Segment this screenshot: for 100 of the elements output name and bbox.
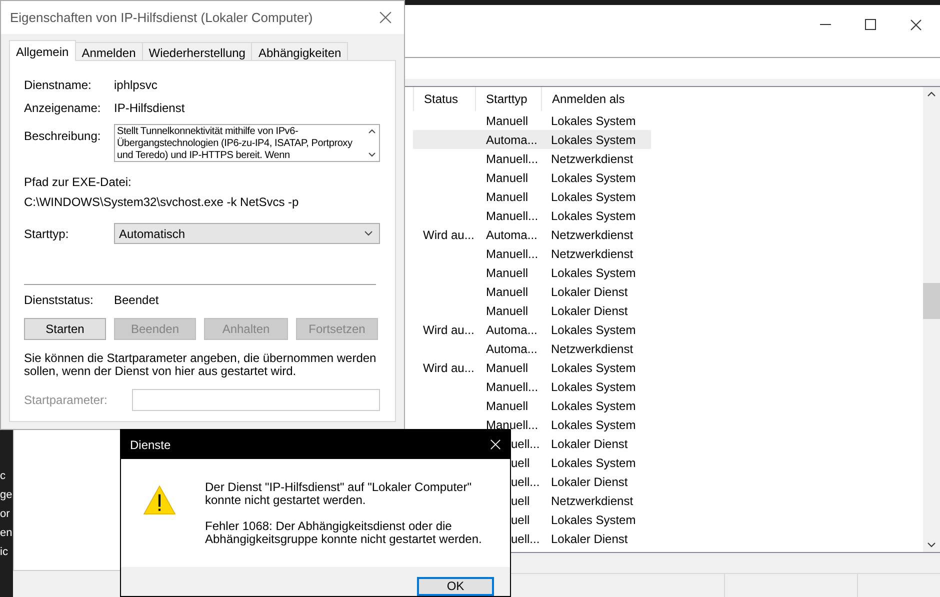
field-value: iphlpsvc (114, 77, 158, 94)
hint-text: Sie können die Startparameter angeben, die übernommen werden sollen, wenn der Dienst von hier aus gestartet wird. (24, 352, 378, 378)
table-row[interactable]: Manuell Lokales System (413, 111, 651, 130)
background-text: c (0, 469, 6, 484)
table-row[interactable]: Wird au... Automa... Netzwerkdienst (413, 225, 651, 244)
table-cell-text: Lokales System (550, 398, 637, 414)
warning-icon (143, 485, 176, 516)
table-cell-text: Automa... (485, 340, 538, 358)
table-cell-text: Lokales System (550, 112, 637, 130)
table-cell-text: Lokales System (550, 416, 637, 434)
scroll-up-icon[interactable] (368, 129, 376, 134)
table-cell-text: Netzwerkdienst (550, 150, 634, 168)
tab[interactable]: Abhängigkeiten (251, 42, 348, 60)
table-cell-text: Wird au... (422, 226, 475, 244)
ok-button[interactable]: OK (417, 577, 494, 596)
table-cell-text: Manuell (485, 170, 530, 186)
table-cell-text: Manuell... (485, 208, 540, 224)
table-row[interactable]: Manuell Lokaler Dienst (413, 282, 651, 301)
table-row[interactable]: Wird au... Manuell Lokales System (413, 358, 651, 377)
table-row[interactable]: Manuell... Lokales System (413, 415, 651, 434)
field-label: Pfad zur EXE-Datei: (24, 174, 132, 191)
table-cell-text: Automa... (485, 322, 538, 338)
tab[interactable]: Anmelden (74, 42, 143, 60)
scrollbar-thumb[interactable] (923, 283, 940, 319)
table-row[interactable]: Automa... Lokales System (413, 130, 651, 149)
scroll-up-icon[interactable] (927, 91, 936, 97)
startup-type-dropdown[interactable]: Automatisch (114, 223, 380, 244)
table-cell-text: Manuell (485, 264, 530, 282)
table-cell-text: Lokales System (550, 208, 637, 224)
table-cell-text: Manuell (485, 112, 530, 130)
table-row[interactable]: Manuell Lokaler Dienst (413, 301, 651, 320)
column-header[interactable]: Status (413, 87, 475, 111)
table-cell-text: uell (511, 512, 531, 528)
field-label: Dienstname: (24, 77, 92, 94)
window-title: Eigenschaften von IP-Hilfsdienst (Lokaler Computer) (10, 8, 313, 27)
table-cell-text: Netzwerkdienst (550, 246, 634, 262)
table-cell-text: Manuell (485, 284, 530, 300)
background-text: en (0, 526, 13, 541)
background-text: or (0, 507, 11, 522)
field-value: IP-Hilfsdienst (114, 100, 185, 117)
path-text: C:\WINDOWS\System32\svchost.exe -k NetSvcs -p (24, 194, 300, 211)
error-detail: Fehler 1068: Der Abhängigkeitsdienst oder die Abhängigkeitsgruppe konnte nicht gestartet werden. (205, 520, 483, 546)
table-row[interactable]: Wird au... Automa... Lokales System (413, 320, 651, 339)
table-cell-text: Lokales System (550, 454, 637, 472)
chevron-down-icon[interactable] (364, 231, 373, 236)
scroll-down-icon[interactable] (927, 542, 936, 548)
column-header[interactable]: Anmelden als (541, 87, 637, 111)
table-cell-text: uell... (511, 474, 541, 490)
background-text: ge (0, 488, 13, 503)
table-row[interactable]: Manuell Lokales System (413, 263, 651, 282)
table-cell-text: uell (511, 454, 531, 472)
table-row[interactable]: Manuell Lokales System (413, 168, 651, 187)
table-row[interactable]: Manuell... Lokales System (413, 206, 651, 225)
scroll-down-icon[interactable] (368, 152, 376, 157)
tab[interactable]: Allgemein (9, 40, 76, 61)
table-cell-text: Manuell (485, 360, 530, 376)
window-title: Dienste (130, 436, 171, 454)
table-cell-text: Lokales System (550, 322, 637, 338)
table-cell-text: Manuell (485, 398, 530, 414)
table-cell-text: Manuell (485, 188, 530, 206)
service-button[interactable]: Starten (24, 318, 106, 340)
table-cell-text: Lokales System (550, 188, 637, 206)
table-cell-text: Lokaler Dienst (550, 530, 629, 548)
table-cell-text: uell... (511, 436, 541, 452)
error-message: Der Dienst "IP-Hilfsdienst" auf "Lokaler Computer" konnte nicht gestartet werden. (205, 481, 472, 508)
table-row[interactable]: Manuell... Netzwerkdienst (413, 244, 651, 263)
table-row[interactable]: Manuell... Netzwerkdienst (413, 149, 651, 168)
table-cell-text: Lokaler Dienst (550, 474, 629, 490)
field-label: Starttyp: (24, 226, 70, 242)
table-row[interactable]: Manuell Lokales System (413, 187, 651, 206)
table-cell-text: Lokales System (550, 170, 637, 186)
table-cell-text: Lokales System (550, 264, 637, 282)
table-cell-text: uell (511, 492, 531, 510)
table-cell-text: Manuell... (485, 378, 540, 396)
table-cell-text: Manuell... (485, 246, 540, 262)
table-cell-text: Netzwerkdienst (550, 340, 634, 358)
close-icon[interactable] (910, 19, 922, 31)
table-cell-text: Lokaler Dienst (550, 436, 629, 452)
table-cell-text: Manuell... (485, 150, 540, 168)
table-cell-text: Lokales System (550, 378, 637, 396)
table-row[interactable]: Automa... Netzwerkdienst (413, 339, 651, 358)
table-cell-text: Lokaler Dienst (550, 284, 629, 300)
table-cell-text: Lokales System (550, 512, 637, 528)
maximize-icon[interactable] (865, 19, 876, 30)
table-row[interactable]: Manuell... Lokales System (413, 377, 651, 396)
table-cell-text: Lokales System (550, 360, 637, 376)
table-cell-text: Manuell (485, 302, 530, 320)
description-box[interactable]: Stellt Tunnelkonnektivität mithilfe von IPv6-Übergangstechnologien (IP6-zu-IP4, ISATAP, Portproxy und Teredo) und IP-HTTPS bereit. Wenn (114, 124, 380, 162)
column-header[interactable]: Starttyp (475, 87, 541, 111)
table-cell-text: Wird au... (422, 360, 475, 376)
table-cell-text: Netzwerkdienst (550, 226, 634, 244)
field-label: Anzeigename: (24, 100, 102, 117)
tab[interactable]: Wiederherstellung (142, 42, 252, 60)
table-cell-text: Manuell... (485, 416, 540, 434)
status-value: Beendet (114, 292, 159, 309)
table-row[interactable]: Manuell Lokales System (413, 396, 651, 415)
field-label: Dienststatus: (24, 292, 94, 309)
scrollbar[interactable] (923, 87, 940, 552)
field-label: Beschreibung: (24, 128, 102, 145)
table-cell-text: uell... (511, 530, 541, 548)
